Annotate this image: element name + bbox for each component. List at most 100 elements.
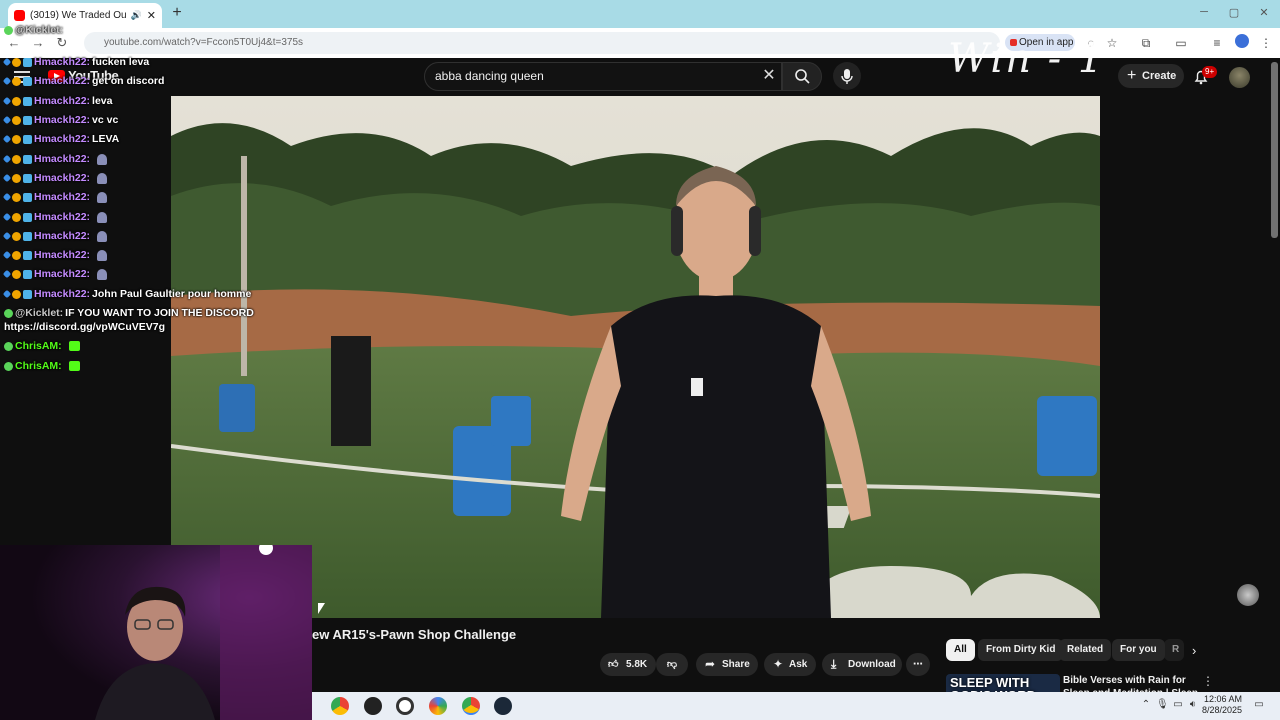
ask-button[interactable]: ✦ Ask (764, 653, 816, 676)
system-clock[interactable]: 12:06 AM 8/28/2025 (1202, 694, 1242, 716)
maximize-button[interactable]: ▢ (1224, 6, 1244, 22)
address-bar[interactable]: youtube.com/watch?v=Fccon5T0Uj4&t=375s (84, 32, 1000, 54)
browser-menu-icon[interactable]: ⋮ (1257, 34, 1275, 52)
chat-username[interactable]: Hmackh22: (34, 153, 90, 165)
chat-username[interactable]: @Kicklet: (15, 24, 63, 36)
sword-badge-icon (2, 269, 12, 279)
coin-badge-icon (12, 250, 21, 260)
subscriber-badge-icon (23, 192, 32, 202)
steam-taskbar-icon[interactable] (494, 697, 512, 715)
chat-message: Hmackh22: LEVA (2, 133, 119, 145)
dislike-button[interactable]: 👎︎ (656, 653, 688, 676)
chat-username[interactable]: Hmackh22: (34, 288, 90, 300)
cast-icon[interactable]: ▭ (1172, 34, 1190, 52)
chat-username[interactable]: Hmackh22: (34, 211, 90, 223)
chrome-taskbar-icon[interactable] (331, 697, 349, 715)
like-count: 5.8K (626, 659, 648, 670)
stream-overlay-text: Win - 1 (948, 36, 1106, 82)
video-player[interactable] (171, 96, 1100, 618)
sword-badge-icon (2, 134, 12, 144)
tray-chevron-icon[interactable]: ⌃ (1140, 699, 1152, 711)
chat-message: Hmackh22: fucken leva (2, 56, 149, 68)
subscriber-badge-icon (23, 115, 32, 125)
reload-button[interactable]: ↻ (54, 35, 70, 51)
mouse-cursor (318, 603, 325, 614)
search-clear-icon[interactable]: ✕ (760, 67, 778, 85)
app-taskbar-icon[interactable] (364, 697, 382, 715)
sword-badge-icon (2, 57, 12, 67)
chip-all[interactable]: All (946, 639, 975, 661)
share-label: Share (722, 659, 750, 670)
microphone-tray-icon[interactable]: 🎙︎ (1156, 699, 1169, 711)
like-button[interactable]: 👍︎ 5.8K (600, 653, 656, 676)
network-tray-icon[interactable]: ▭ (1172, 699, 1184, 711)
chip-for-you[interactable]: For you (1112, 639, 1165, 661)
chat-username[interactable]: Hmackh22: (34, 268, 90, 280)
forward-button[interactable]: → (30, 35, 46, 51)
media-control-icon[interactable]: ≡ (1208, 34, 1226, 52)
chat-username[interactable]: @Kicklet: (15, 307, 63, 319)
bot-badge-icon (4, 25, 13, 35)
chat-username[interactable]: Hmackh22: (34, 249, 90, 261)
tab-close-icon[interactable]: ✕ (147, 9, 156, 22)
audio-icon[interactable]: 🔊 (131, 10, 142, 21)
download-button[interactable]: ⤓ Download (822, 653, 902, 676)
recommendation-more-icon[interactable]: ⋮ (1202, 674, 1214, 688)
create-button[interactable]: Create (1118, 64, 1184, 88)
chrome-active-taskbar-icon[interactable] (462, 697, 480, 715)
search-button[interactable] (782, 62, 822, 91)
chat-username[interactable]: Hmackh22: (34, 172, 90, 184)
obs-taskbar-icon[interactable] (396, 697, 414, 715)
subscriber-badge-icon (23, 57, 32, 67)
youtube-favicon-icon (14, 10, 25, 21)
new-tab-button[interactable]: + (168, 4, 186, 22)
chip-from-dirty-kid[interactable]: From Dirty Kid (978, 639, 1064, 661)
chat-username[interactable]: Hmackh22: (34, 114, 90, 126)
emote-icon (97, 211, 108, 223)
chat-username[interactable]: ChrisAM: (15, 340, 62, 352)
chips-next-chevron-icon[interactable]: › (1192, 643, 1196, 658)
coin-badge-icon (12, 269, 21, 279)
chat-message: Hmackh22: get on discord (2, 75, 165, 87)
chat-username[interactable]: Hmackh22: (34, 230, 90, 242)
volume-tray-icon[interactable]: 🔉︎ (1187, 699, 1199, 711)
clock-date: 8/28/2025 (1202, 705, 1243, 715)
subscriber-badge-icon (23, 154, 32, 164)
extensions-icon[interactable]: ⧉ (1137, 34, 1155, 52)
chat-message: ChrisAM: (4, 340, 80, 352)
share-button[interactable]: ➦ Share (696, 653, 758, 676)
more-actions-button[interactable]: ⋯ (906, 653, 930, 676)
chat-text[interactable]: https://discord.gg/vpWCuVEV7g (4, 321, 165, 333)
chat-username[interactable]: ChrisAM: (15, 360, 62, 372)
chat-username[interactable]: Hmackh22: (34, 191, 90, 203)
back-button[interactable]: ← (6, 35, 22, 51)
voice-search-button[interactable] (833, 62, 861, 90)
chip-related[interactable]: Related (1059, 639, 1112, 661)
chat-text: John Paul Gaultier pour homme (92, 288, 252, 300)
chat-username[interactable]: Hmackh22: (34, 75, 90, 87)
profile-icon[interactable] (1233, 34, 1251, 52)
chat-username[interactable]: Hmackh22: (34, 133, 90, 145)
chip-truncated[interactable]: R (1164, 639, 1184, 661)
copilot-taskbar-icon[interactable] (429, 697, 447, 715)
account-avatar[interactable] (1229, 67, 1250, 88)
chat-username[interactable]: Hmackh22: (34, 95, 90, 107)
emote-icon (68, 361, 80, 371)
notification-center-icon[interactable]: ▭ (1253, 699, 1265, 711)
page-scrollbar[interactable] (1271, 62, 1278, 238)
coin-badge-icon (12, 57, 21, 67)
chat-message: Hmackh22: (2, 230, 108, 242)
bookmark-star-icon[interactable]: ☆ (1103, 34, 1121, 52)
sparkle-icon: ✦ (773, 657, 784, 671)
webcam-feed (0, 545, 312, 720)
search-input[interactable]: abba dancing queen (424, 62, 782, 91)
close-window-button[interactable]: ✕ (1254, 6, 1274, 22)
bot-badge-icon (4, 341, 13, 351)
minimize-button[interactable]: ─ (1194, 6, 1214, 22)
channel-watermark-icon[interactable] (1237, 584, 1259, 606)
chat-username[interactable]: Hmackh22: (34, 56, 90, 68)
chat-text: get on discord (92, 75, 165, 87)
download-icon: ⤓ (831, 657, 837, 671)
sword-badge-icon (2, 289, 12, 299)
coin-badge-icon (12, 212, 21, 222)
